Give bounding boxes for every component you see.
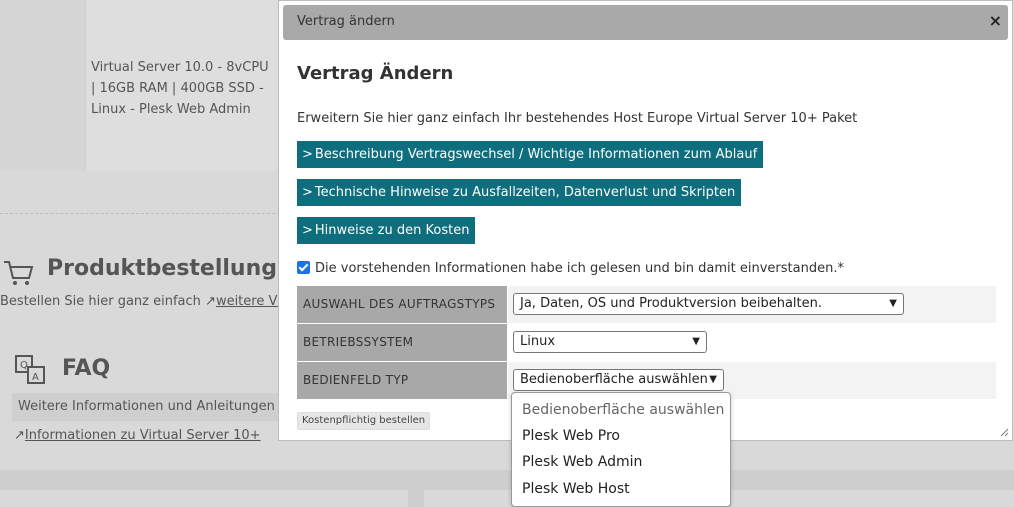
faq-link-row: ↗Informationen zu Virtual Server 10+ [14, 428, 261, 443]
order-type-row: AUSWAHL DES AUFTRAGSTYPS Ja, Daten, OS u… [297, 286, 996, 324]
button-label: Beschreibung Vertragswechsel / Wichtige … [314, 147, 758, 162]
faq-title: FAQ [62, 356, 111, 381]
chevron-right-icon: > [302, 185, 313, 200]
background-footer-divider [408, 490, 424, 507]
external-link-icon: ↗ [205, 294, 216, 309]
order-form: AUSWAHL DES AUFTRAGSTYPS Ja, Daten, OS u… [297, 286, 996, 400]
dialog-heading: Vertrag Ändern [297, 63, 454, 84]
os-row: BETRIEBSSYSTEM Linux ▼ [297, 324, 996, 362]
faq-info-box: Weitere Informationen und Anleitungen fi [12, 393, 287, 421]
chevron-down-icon: ▼ [889, 298, 897, 309]
cost-notes-button[interactable]: > Hinweise zu den Kosten [297, 217, 476, 244]
dialog-titlebar[interactable]: Vertrag ändern × [283, 5, 1008, 40]
close-icon[interactable]: × [989, 13, 1002, 29]
shopping-cart-icon [4, 261, 34, 285]
panel-dropdown-list: Bedienoberfläche auswählen Plesk Web Pro… [511, 392, 731, 507]
virtual-server-info-link[interactable]: Informationen zu Virtual Server 10+ [25, 428, 261, 443]
chevron-right-icon: > [302, 147, 313, 162]
order-type-value: Ja, Daten, OS und Produktversion beibeha… [520, 296, 823, 311]
chevron-down-icon: ▼ [692, 336, 700, 347]
resize-handle-icon[interactable] [1000, 428, 1009, 437]
product-order-title: Produktbestellung [47, 256, 278, 281]
os-cell: Linux ▼ [508, 324, 996, 361]
faq-icon: Q A [15, 355, 45, 384]
contract-change-description-button[interactable]: > Beschreibung Vertragswechsel / Wichtige… [297, 141, 764, 168]
panel-value: Bedienoberfläche auswählen [520, 372, 708, 387]
panel-select[interactable]: Bedienoberfläche auswählen ▼ [513, 369, 724, 391]
consent-row: Die vorstehenden Informationen habe ich … [297, 261, 844, 276]
os-label: BETRIEBSSYSTEM [297, 324, 507, 361]
chevron-right-icon: > [302, 223, 313, 238]
product-order-subtitle: Bestellen Sie hier ganz einfach ↗weitere… [0, 294, 299, 309]
order-type-label: AUSWAHL DES AUFTRAGSTYPS [297, 286, 507, 323]
dropdown-option[interactable]: Plesk Web Host [522, 481, 630, 497]
consent-label: Die vorstehenden Informationen habe ich … [315, 261, 844, 276]
svg-text:Q: Q [20, 360, 28, 371]
product-order-text: Bestellen Sie hier ganz einfach [0, 294, 201, 309]
server-description: Virtual Server 10.0 - 8vCPU | 16GB RAM |… [91, 60, 269, 117]
order-type-select[interactable]: Ja, Daten, OS und Produktversion beibeha… [513, 293, 904, 315]
technical-notes-button[interactable]: > Technische Hinweise zu Ausfallzeiten, D… [297, 179, 742, 206]
dropdown-option[interactable]: Plesk Web Pro [522, 428, 620, 444]
order-type-cell: Ja, Daten, OS und Produktversion beibeha… [508, 286, 996, 323]
os-select[interactable]: Linux ▼ [513, 331, 707, 353]
faq-info-text: Weitere Informationen und Anleitungen fi [18, 399, 288, 414]
dialog-intro: Erweitern Sie hier ganz einfach Ihr best… [297, 111, 858, 126]
dropdown-option[interactable]: Bedienoberfläche auswählen [522, 402, 724, 418]
chevron-down-icon: ▼ [709, 374, 717, 385]
button-label: Hinweise zu den Kosten [314, 223, 470, 238]
divider [0, 213, 290, 214]
background-footer-strip [0, 490, 1014, 507]
external-link-icon: ↗ [14, 428, 25, 443]
panel-label: BEDIENFELD TYP [297, 362, 507, 399]
consent-checkbox[interactable] [297, 261, 310, 274]
svg-text:A: A [32, 372, 39, 383]
button-label: Technische Hinweise zu Ausfallzeiten, Da… [314, 185, 736, 200]
os-value: Linux [520, 334, 556, 349]
dropdown-option[interactable]: Plesk Web Admin [522, 454, 642, 470]
product-image-cell [0, 0, 86, 170]
dialog-title: Vertrag ändern [297, 14, 395, 29]
change-contract-dialog: Vertrag ändern × Vertrag Ändern Erweiter… [278, 0, 1013, 441]
order-button[interactable]: Kostenpflichtig bestellen [297, 412, 431, 430]
